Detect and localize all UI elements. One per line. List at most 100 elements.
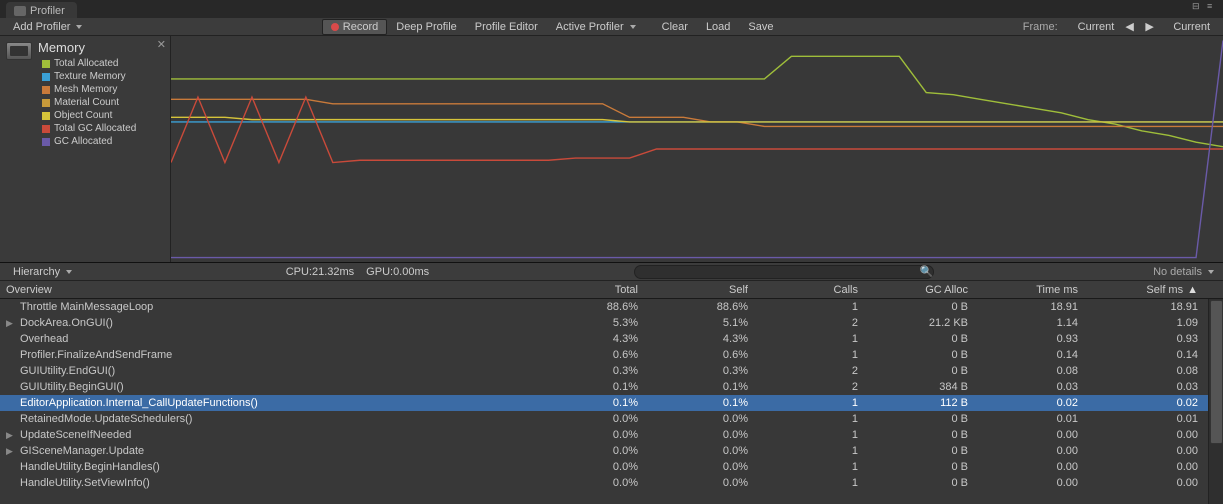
cell-time: 0.14 — [980, 349, 1090, 361]
cell-calls: 1 — [760, 429, 870, 441]
cell-selfms: 0.93 — [1090, 333, 1210, 345]
chart-panel[interactable] — [171, 36, 1223, 262]
cell-time: 0.93 — [980, 333, 1090, 345]
table-row[interactable]: Overhead 4.3% 4.3% 1 0 B 0.93 0.93 — [0, 331, 1223, 347]
details-dropdown[interactable]: No details — [1144, 264, 1219, 280]
scrollbar[interactable] — [1208, 299, 1223, 504]
cell-selfms: 0.03 — [1090, 381, 1210, 393]
cell-selfms: 18.91 — [1090, 301, 1210, 313]
frame-next-button[interactable]: ▶ — [1144, 19, 1164, 35]
cell-time: 0.00 — [980, 461, 1090, 473]
col-self[interactable]: Self — [650, 281, 760, 298]
lower-toolbar: Hierarchy CPU:21.32ms GPU:0.00ms 🔍 No de… — [0, 263, 1223, 281]
tab-label: Profiler — [30, 5, 65, 17]
cell-total: 0.0% — [540, 445, 650, 457]
table-row[interactable]: ▶ GISceneManager.Update 0.0% 0.0% 1 0 B … — [0, 443, 1223, 459]
col-time[interactable]: Time ms — [980, 281, 1090, 298]
legend-item[interactable]: Material Count — [42, 96, 136, 109]
legend-item[interactable]: Total GC Allocated — [42, 122, 136, 135]
legend-item[interactable]: Total Allocated — [42, 57, 136, 70]
legend-label: Texture Memory — [54, 70, 126, 83]
cell-self: 0.0% — [650, 461, 760, 473]
clear-button[interactable]: Clear — [653, 19, 697, 35]
window-undock-icon[interactable]: ⊟ — [1192, 1, 1204, 9]
legend-label: Total GC Allocated — [54, 122, 136, 135]
table-row[interactable]: GUIUtility.BeginGUI() 0.1% 0.1% 2 384 B … — [0, 379, 1223, 395]
cell-gc: 0 B — [870, 349, 980, 361]
cell-selfms: 1.09 — [1090, 317, 1210, 329]
table-row[interactable]: ▶ UpdateSceneIfNeeded 0.0% 0.0% 1 0 B 0.… — [0, 427, 1223, 443]
search-input[interactable] — [634, 265, 934, 279]
cell-total: 4.3% — [540, 333, 650, 345]
cell-total: 0.1% — [540, 381, 650, 393]
table-row[interactable]: HandleUtility.SetViewInfo() 0.0% 0.0% 1 … — [0, 475, 1223, 491]
add-profiler-dropdown[interactable]: Add Profiler — [4, 19, 91, 35]
cell-calls: 1 — [760, 397, 870, 409]
expand-arrow-icon[interactable]: ▶ — [6, 430, 16, 441]
col-total[interactable]: Total — [540, 281, 650, 298]
legend-swatch — [42, 86, 50, 94]
cell-gc: 0 B — [870, 429, 980, 441]
cell-calls: 2 — [760, 365, 870, 377]
legend-item[interactable]: Texture Memory — [42, 70, 136, 83]
cell-total: 88.6% — [540, 301, 650, 313]
table-row[interactable]: RetainedMode.UpdateSchedulers() 0.0% 0.0… — [0, 411, 1223, 427]
cell-total: 0.0% — [540, 461, 650, 473]
deep-profile-button[interactable]: Deep Profile — [387, 19, 466, 35]
table-row[interactable]: EditorApplication.Internal_CallUpdateFun… — [0, 395, 1223, 411]
table-row[interactable]: HandleUtility.BeginHandles() 0.0% 0.0% 1… — [0, 459, 1223, 475]
load-button[interactable]: Load — [697, 19, 739, 35]
cell-total: 0.3% — [540, 365, 650, 377]
col-overview[interactable]: Overview — [0, 281, 540, 298]
profile-editor-button[interactable]: Profile Editor — [466, 19, 547, 35]
window-menu-icon[interactable]: ≡ — [1207, 1, 1219, 9]
memory-module-icon — [6, 42, 32, 60]
table-row[interactable]: Throttle MainMessageLoop 88.6% 88.6% 1 0… — [0, 299, 1223, 315]
cell-gc: 0 B — [870, 365, 980, 377]
frame-prev-button[interactable]: ◀ — [1124, 19, 1144, 35]
legend-close-icon[interactable]: ✕ — [157, 38, 166, 51]
cell-self: 0.0% — [650, 445, 760, 457]
legend-item[interactable]: Mesh Memory — [42, 83, 136, 96]
cell-calls: 1 — [760, 333, 870, 345]
table-row[interactable]: GUIUtility.EndGUI() 0.3% 0.3% 2 0 B 0.08… — [0, 363, 1223, 379]
row-name: Throttle MainMessageLoop — [20, 301, 153, 313]
cell-self: 0.0% — [650, 413, 760, 425]
cell-self: 0.0% — [650, 429, 760, 441]
cell-total: 0.0% — [540, 413, 650, 425]
expand-arrow-icon[interactable]: ▶ — [6, 318, 16, 329]
table-row[interactable]: ▶ DockArea.OnGUI() 5.3% 5.1% 2 21.2 KB 1… — [0, 315, 1223, 331]
cell-selfms: 0.08 — [1090, 365, 1210, 377]
row-name: RetainedMode.UpdateSchedulers() — [20, 413, 192, 425]
col-calls[interactable]: Calls — [760, 281, 870, 298]
cell-calls: 1 — [760, 301, 870, 313]
hierarchy-dropdown[interactable]: Hierarchy — [4, 264, 81, 280]
cell-gc: 0 B — [870, 413, 980, 425]
cell-selfms: 0.14 — [1090, 349, 1210, 361]
save-button[interactable]: Save — [739, 19, 782, 35]
row-name: HandleUtility.SetViewInfo() — [20, 477, 150, 489]
cell-total: 5.3% — [540, 317, 650, 329]
cell-self: 0.6% — [650, 349, 760, 361]
cell-selfms: 0.00 — [1090, 445, 1210, 457]
scroll-thumb[interactable] — [1210, 300, 1223, 444]
frame-current-button[interactable]: Current — [1164, 19, 1219, 35]
cell-total: 0.1% — [540, 397, 650, 409]
cell-gc: 112 B — [870, 397, 980, 409]
expand-arrow-icon[interactable]: ▶ — [6, 446, 16, 457]
cell-time: 0.03 — [980, 381, 1090, 393]
legend-item[interactable]: GC Allocated — [42, 135, 136, 148]
cell-total: 0.6% — [540, 349, 650, 361]
cell-gc: 384 B — [870, 381, 980, 393]
record-button[interactable]: Record — [322, 19, 387, 35]
tab-profiler[interactable]: Profiler — [6, 2, 77, 18]
frame-label: Frame: — [1013, 21, 1068, 33]
legend-item[interactable]: Object Count — [42, 109, 136, 122]
cell-calls: 1 — [760, 413, 870, 425]
col-selfms[interactable]: Self ms ▲ — [1090, 281, 1210, 298]
active-profiler-dropdown[interactable]: Active Profiler — [547, 19, 645, 35]
cell-gc: 0 B — [870, 477, 980, 489]
table-body: Throttle MainMessageLoop 88.6% 88.6% 1 0… — [0, 299, 1223, 504]
col-gc[interactable]: GC Alloc — [870, 281, 980, 298]
table-row[interactable]: Profiler.FinalizeAndSendFrame 0.6% 0.6% … — [0, 347, 1223, 363]
